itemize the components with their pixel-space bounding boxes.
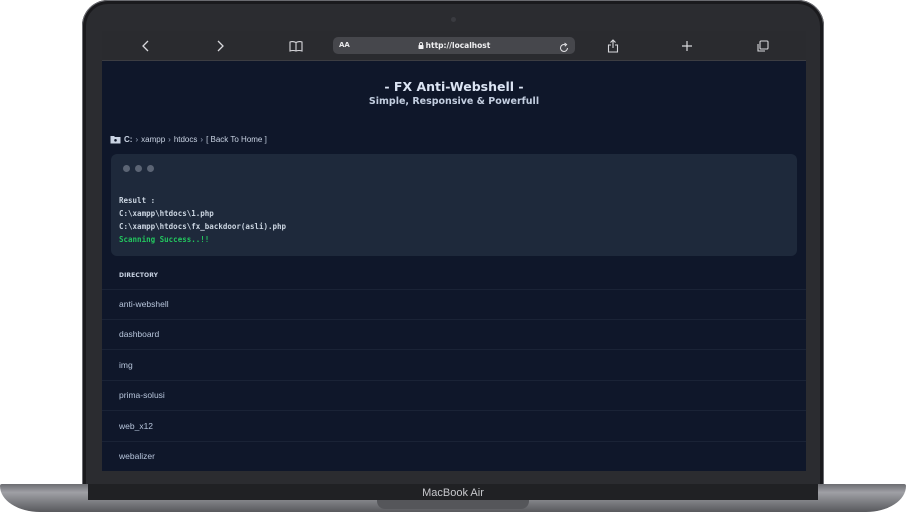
reload-icon[interactable]: [558, 39, 570, 52]
page-title: - FX Anti-Webshell -: [384, 79, 524, 94]
result-label: Result :: [119, 196, 156, 205]
url-value: http://localhost: [425, 41, 491, 50]
share-icon[interactable]: [604, 37, 622, 55]
lock-icon: [418, 42, 424, 49]
breadcrumb-separator: ›: [200, 134, 204, 144]
forward-icon[interactable]: [211, 37, 229, 55]
dot-icon: [123, 165, 130, 172]
camera-icon: [451, 17, 456, 22]
breadcrumb: C: › xampp › htdocs › [ Back To Home ]: [110, 133, 267, 145]
directory-item[interactable]: img: [102, 350, 806, 381]
back-icon[interactable]: [137, 37, 155, 55]
back-to-home-link[interactable]: [ Back To Home ]: [206, 135, 267, 144]
dot-icon: [147, 165, 154, 172]
breadcrumb-xampp[interactable]: xampp: [141, 135, 165, 144]
bookmarks-icon[interactable]: [287, 37, 305, 55]
directory-item[interactable]: webalizer: [102, 442, 806, 472]
directory-item[interactable]: dashboard: [102, 320, 806, 350]
window-dots: [123, 165, 154, 172]
breadcrumb-separator: ›: [168, 134, 171, 144]
model-label: MacBook Air: [422, 487, 484, 499]
address-bar[interactable]: AA http://localhost: [333, 37, 575, 54]
result-line: C:\xampp\htdocs\1.php: [119, 209, 214, 218]
browser-toolbar: AA http://localhost: [102, 31, 806, 61]
page-subtitle: Simple, Responsive & Powerfull: [368, 96, 540, 107]
directory-item[interactable]: web_x12: [102, 411, 806, 442]
breadcrumb-drive[interactable]: C:: [124, 135, 132, 144]
tabs-icon[interactable]: [753, 37, 771, 55]
directory-header: DIRECTORY: [119, 272, 159, 279]
folder-icon: [110, 135, 121, 143]
url-text: http://localhost: [333, 37, 575, 54]
result-line: C:\xampp\htdocs\fx_backdoor(asli).php: [119, 222, 287, 231]
page-content: - FX Anti-Webshell - Simple, Responsive …: [102, 61, 806, 471]
breadcrumb-htdocs[interactable]: htdocs: [174, 135, 198, 144]
laptop-hinge: [377, 500, 529, 509]
directory-item[interactable]: anti-webshell: [102, 289, 806, 320]
directory-item[interactable]: prima-solusi: [102, 381, 806, 411]
dot-icon: [135, 165, 142, 172]
result-output: Result : C:\xampp\htdocs\1.php C:\xampp\…: [119, 194, 286, 246]
breadcrumb-separator: ›: [135, 134, 139, 144]
directory-list: anti-webshell dashboard img prima-solusi…: [102, 289, 806, 471]
new-tab-icon[interactable]: [678, 37, 696, 55]
scan-status: Scanning Success..!!: [119, 235, 210, 244]
result-terminal: Result : C:\xampp\htdocs\1.php C:\xampp\…: [111, 154, 797, 256]
screen: AA http://localhost - FX Anti-Webshell -…: [102, 31, 806, 471]
